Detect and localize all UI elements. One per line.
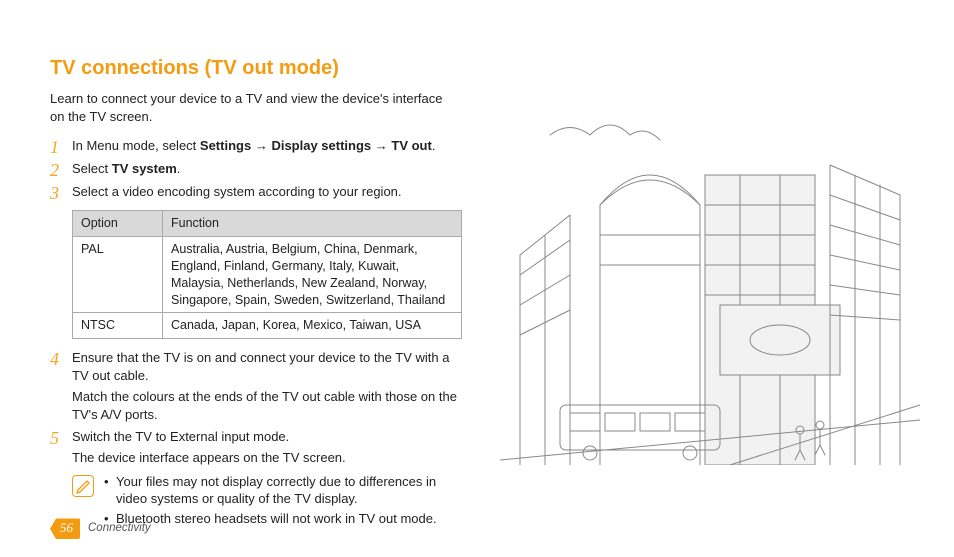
note-icon: [72, 475, 94, 497]
table-cell: Australia, Austria, Belgium, China, Denm…: [163, 236, 462, 313]
note-text: Bluetooth stereo headsets will not work …: [116, 510, 460, 528]
page-title: TV connections (TV out mode): [50, 55, 460, 82]
table-header-function: Function: [163, 211, 462, 237]
content-column: TV connections (TV out mode) Learn to co…: [50, 55, 460, 529]
text: Switch the TV to External input mode.: [72, 428, 460, 446]
text: In Menu mode, select: [72, 138, 200, 153]
cityscape-illustration: [500, 105, 920, 465]
step-number: 1: [50, 137, 72, 156]
bold: Settings: [200, 138, 251, 153]
text: Match the colours at the ends of the TV …: [72, 388, 460, 423]
note-list: •Your files may not display correctly du…: [104, 473, 460, 530]
bullet-dot: •: [104, 473, 116, 508]
bold: TV system: [112, 161, 177, 176]
step-body: Select TV system.: [72, 160, 460, 178]
text: .: [432, 138, 436, 153]
page-footer: 56 Connectivity: [50, 518, 151, 539]
step-number: 5: [50, 428, 72, 447]
step-1: 1 In Menu mode, select Settings → Displa…: [50, 137, 460, 156]
text: .: [177, 161, 181, 176]
table-cell: NTSC: [73, 313, 163, 339]
note-text: Your files may not display correctly due…: [116, 473, 460, 508]
step-number: 4: [50, 349, 72, 368]
arrow: →: [371, 138, 391, 153]
table-cell: PAL: [73, 236, 163, 313]
illustration-column: [500, 55, 920, 529]
bold: TV out: [391, 138, 431, 153]
step-4: 4 Ensure that the TV is on and connect y…: [50, 349, 460, 423]
step-body: Switch the TV to External input mode. Th…: [72, 428, 460, 467]
step-3: 3 Select a video encoding system accordi…: [50, 183, 460, 202]
step-number: 2: [50, 160, 72, 179]
step-body: Ensure that the TV is on and connect you…: [72, 349, 460, 423]
step-2: 2 Select TV system.: [50, 160, 460, 179]
intro-text: Learn to connect your device to a TV and…: [50, 90, 450, 125]
table-header-option: Option: [73, 211, 163, 237]
text: Ensure that the TV is on and connect you…: [72, 349, 460, 384]
bold: Display settings: [271, 138, 371, 153]
step-number: 3: [50, 183, 72, 202]
page-number: 56: [50, 518, 80, 539]
options-table: Option Function PAL Australia, Austria, …: [72, 210, 462, 339]
table-cell: Canada, Japan, Korea, Mexico, Taiwan, US…: [163, 313, 462, 339]
text: Select: [72, 161, 112, 176]
step-body: In Menu mode, select Settings → Display …: [72, 137, 460, 155]
step-5: 5 Switch the TV to External input mode. …: [50, 428, 460, 467]
step-body: Select a video encoding system according…: [72, 183, 460, 201]
arrow: →: [251, 138, 271, 153]
section-label: Connectivity: [88, 521, 151, 537]
text: The device interface appears on the TV s…: [72, 449, 460, 467]
